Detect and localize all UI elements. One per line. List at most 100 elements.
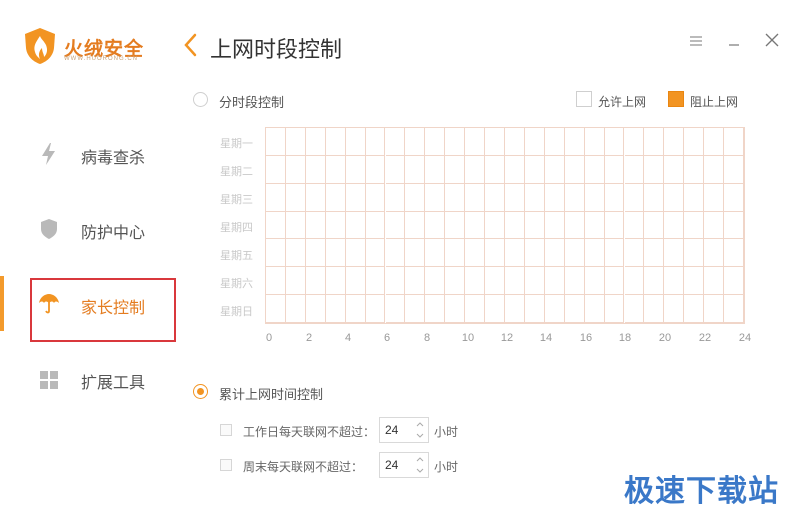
schedule-cell[interactable] <box>644 155 665 184</box>
schedule-cell[interactable] <box>485 267 505 296</box>
schedule-cell[interactable] <box>664 183 685 212</box>
schedule-cell[interactable] <box>684 239 705 268</box>
schedule-cell[interactable] <box>624 128 645 156</box>
schedule-cell[interactable] <box>285 295 306 323</box>
schedule-cell[interactable] <box>664 239 685 268</box>
schedule-cell[interactable] <box>505 183 525 212</box>
schedule-cell[interactable] <box>505 267 525 296</box>
schedule-cell[interactable] <box>425 211 446 240</box>
schedule-cell[interactable] <box>266 295 286 323</box>
schedule-cell[interactable] <box>564 295 585 323</box>
schedule-cell[interactable] <box>604 211 625 240</box>
schedule-cell[interactable] <box>465 183 486 212</box>
schedule-cell[interactable] <box>644 128 665 156</box>
schedule-cell[interactable] <box>524 155 545 184</box>
schedule-cell[interactable] <box>584 239 605 268</box>
schedule-cell[interactable] <box>624 239 645 268</box>
schedule-cell[interactable] <box>704 239 725 268</box>
schedule-cell[interactable] <box>325 128 346 156</box>
schedule-cell[interactable] <box>285 155 306 184</box>
schedule-cell[interactable] <box>325 295 346 323</box>
schedule-cell[interactable] <box>385 239 406 268</box>
schedule-cell[interactable] <box>724 155 744 184</box>
schedule-cell[interactable] <box>724 183 744 212</box>
schedule-cell[interactable] <box>385 128 406 156</box>
schedule-cell[interactable] <box>465 239 486 268</box>
schedule-cell[interactable] <box>564 155 585 184</box>
schedule-cell[interactable] <box>584 267 605 296</box>
schedule-cell[interactable] <box>385 155 406 184</box>
schedule-cell[interactable] <box>664 211 685 240</box>
schedule-cell[interactable] <box>684 183 705 212</box>
schedule-cell[interactable] <box>285 183 306 212</box>
schedule-cell[interactable] <box>644 211 665 240</box>
schedule-cell[interactable] <box>285 211 306 240</box>
schedule-cell[interactable] <box>365 239 386 268</box>
schedule-cell[interactable] <box>445 267 466 296</box>
schedule-cell[interactable] <box>465 295 486 323</box>
schedule-cell[interactable] <box>266 183 286 212</box>
schedule-cell[interactable] <box>266 211 286 240</box>
schedule-cell[interactable] <box>544 183 565 212</box>
schedule-cell[interactable] <box>704 155 725 184</box>
schedule-cell[interactable] <box>425 239 446 268</box>
increment-icon[interactable] <box>414 419 426 430</box>
decrement-icon[interactable] <box>414 465 426 476</box>
schedule-cell[interactable] <box>405 128 426 156</box>
schedule-cell[interactable] <box>664 155 685 184</box>
schedule-cell[interactable] <box>325 211 346 240</box>
cumulative-radio[interactable] <box>193 384 208 399</box>
schedule-cell[interactable] <box>365 211 386 240</box>
schedule-cell[interactable] <box>704 128 725 156</box>
time-schedule-grid[interactable] <box>265 127 745 324</box>
schedule-cell[interactable] <box>445 239 466 268</box>
schedule-cell[interactable] <box>465 155 486 184</box>
schedule-cell[interactable] <box>524 128 545 156</box>
schedule-cell[interactable] <box>624 295 645 323</box>
schedule-cell[interactable] <box>385 295 406 323</box>
schedule-cell[interactable] <box>485 239 505 268</box>
schedule-cell[interactable] <box>305 155 326 184</box>
schedule-cell[interactable] <box>305 239 326 268</box>
schedule-cell[interactable] <box>465 267 486 296</box>
schedule-cell[interactable] <box>365 267 386 296</box>
schedule-cell[interactable] <box>266 267 286 296</box>
weekday-limit-checkbox[interactable] <box>220 424 232 436</box>
menu-icon[interactable] <box>686 30 706 50</box>
schedule-cell[interactable] <box>266 155 286 184</box>
schedule-cell[interactable] <box>385 211 406 240</box>
schedule-cell[interactable] <box>485 155 505 184</box>
schedule-cell[interactable] <box>564 267 585 296</box>
schedule-cell[interactable] <box>465 128 486 156</box>
schedule-cell[interactable] <box>684 267 705 296</box>
schedule-cell[interactable] <box>584 128 605 156</box>
weekday-hours-stepper[interactable] <box>379 417 429 443</box>
schedule-cell[interactable] <box>445 183 466 212</box>
schedule-cell[interactable] <box>305 211 326 240</box>
schedule-cell[interactable] <box>724 211 744 240</box>
schedule-cell[interactable] <box>604 239 625 268</box>
schedule-cell[interactable] <box>405 267 426 296</box>
schedule-cell[interactable] <box>544 295 565 323</box>
schedule-cell[interactable] <box>524 183 545 212</box>
schedule-cell[interactable] <box>544 267 565 296</box>
schedule-cell[interactable] <box>584 295 605 323</box>
schedule-cell[interactable] <box>405 239 426 268</box>
schedule-cell[interactable] <box>704 183 725 212</box>
schedule-cell[interactable] <box>524 295 545 323</box>
schedule-cell[interactable] <box>305 295 326 323</box>
schedule-cell[interactable] <box>505 128 525 156</box>
schedule-cell[interactable] <box>584 183 605 212</box>
schedule-cell[interactable] <box>664 295 685 323</box>
schedule-cell[interactable] <box>604 128 625 156</box>
schedule-cell[interactable] <box>345 295 366 323</box>
schedule-cell[interactable] <box>684 295 705 323</box>
schedule-cell[interactable] <box>485 128 505 156</box>
weekend-hours-input[interactable] <box>380 453 414 477</box>
schedule-cell[interactable] <box>285 239 306 268</box>
schedule-cell[interactable] <box>604 267 625 296</box>
schedule-cell[interactable] <box>524 267 545 296</box>
schedule-cell[interactable] <box>425 183 446 212</box>
schedule-cell[interactable] <box>485 295 505 323</box>
schedule-cell[interactable] <box>644 295 665 323</box>
